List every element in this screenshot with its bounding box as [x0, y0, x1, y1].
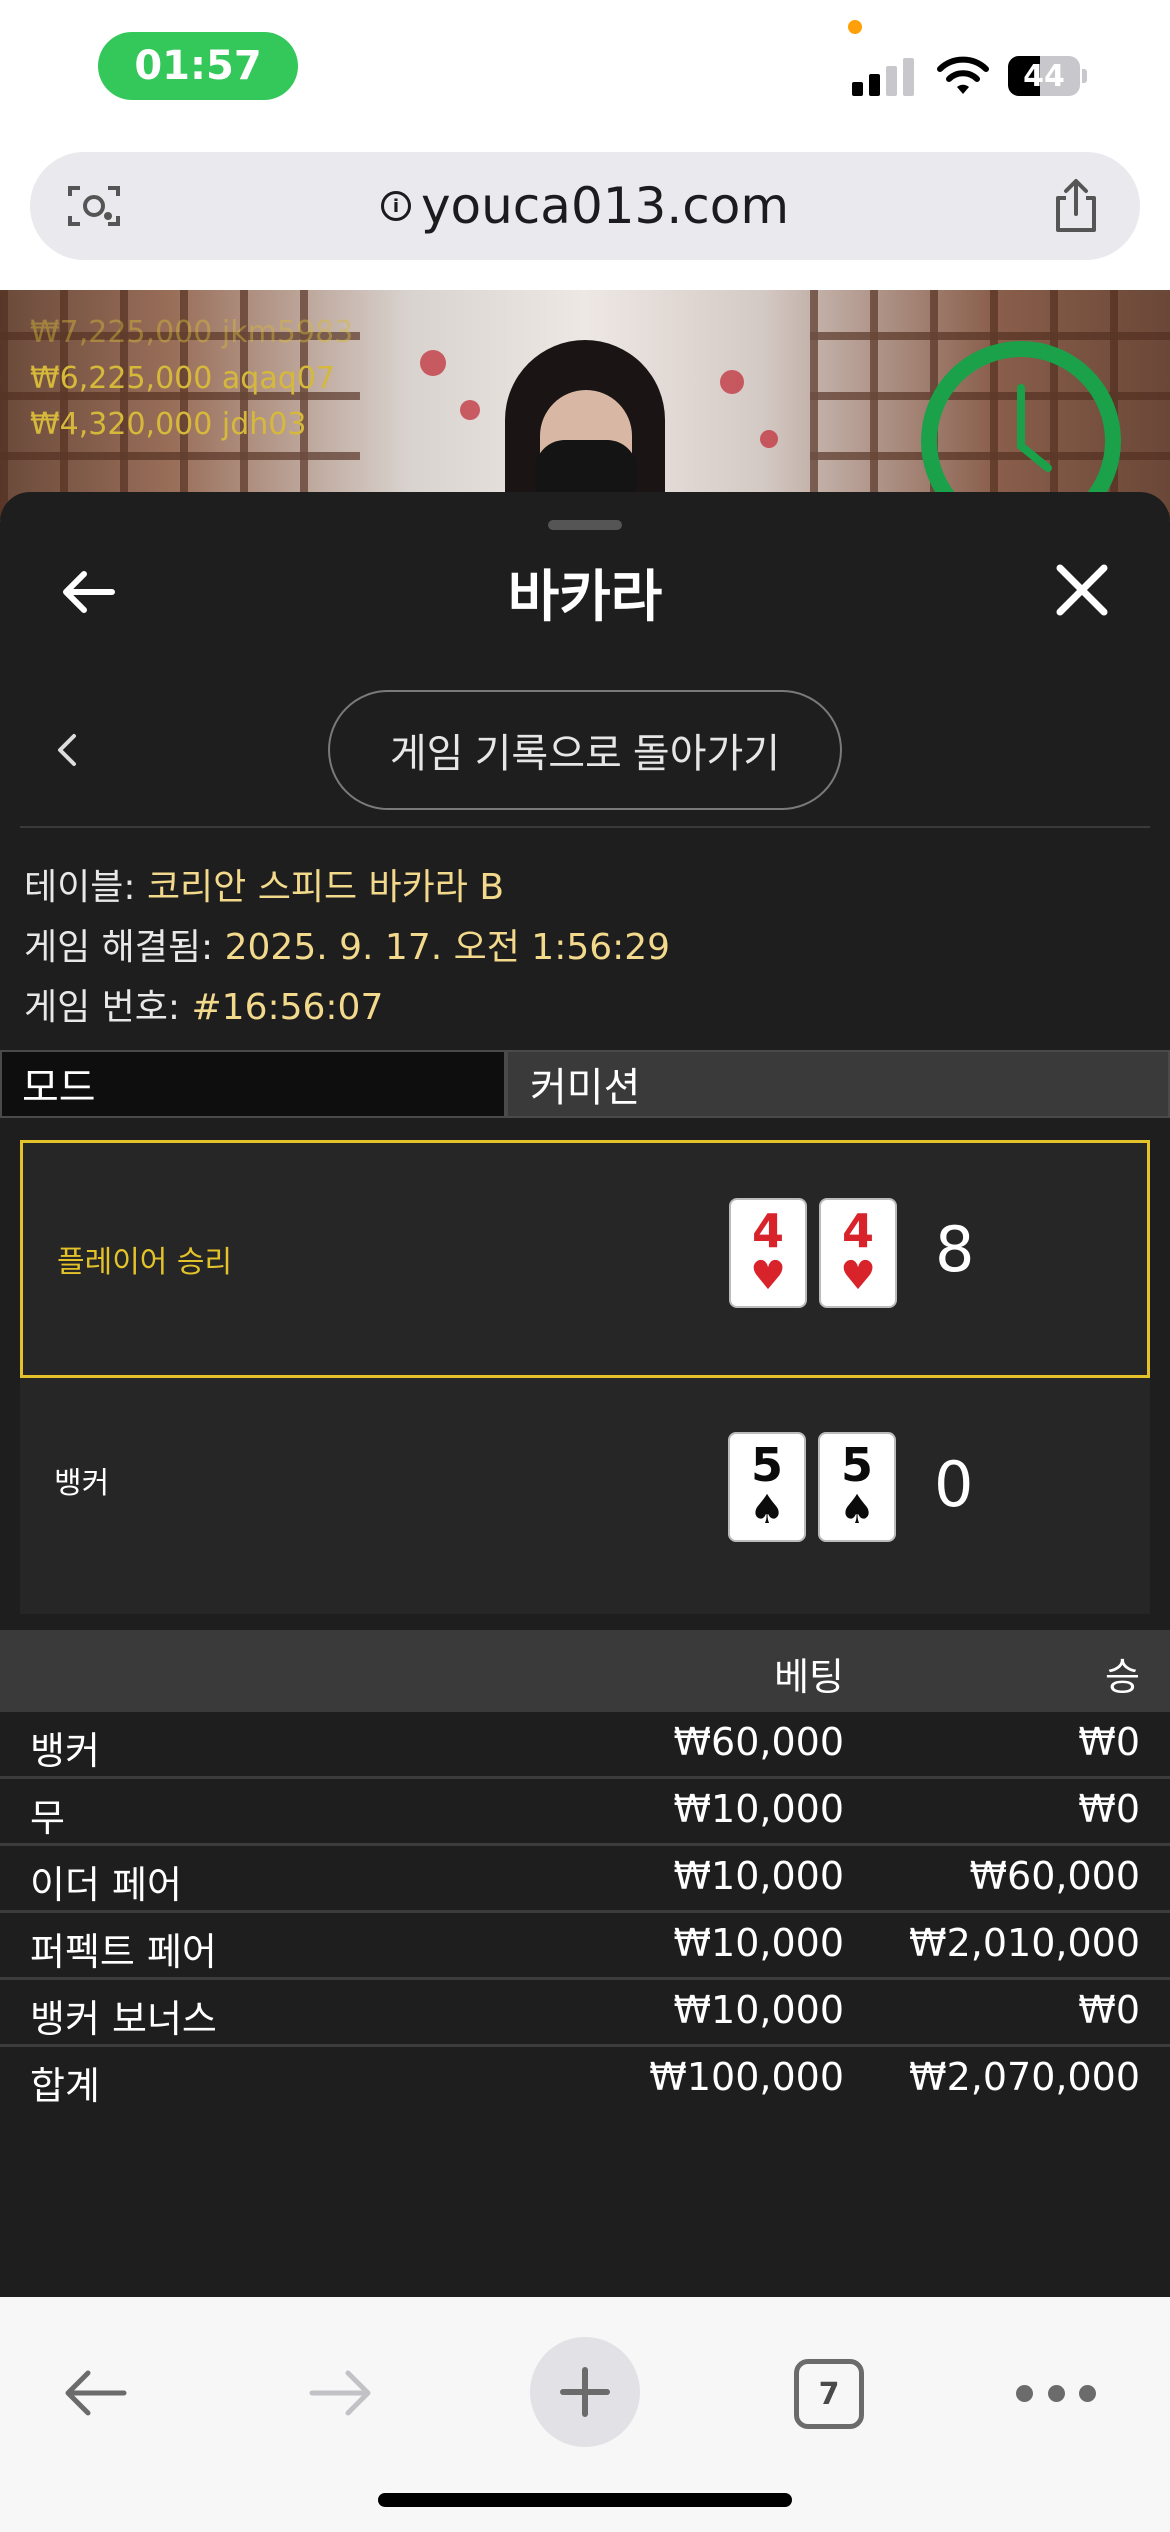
win-amount: ₩0 — [1078, 1787, 1140, 1831]
share-icon[interactable] — [1048, 176, 1104, 236]
banker-result-label: 뱅커 — [54, 1466, 110, 1501]
bet-amount: ₩10,000 — [673, 1988, 844, 2032]
close-icon[interactable] — [1054, 562, 1110, 618]
heart-suit-icon: ♥ — [750, 1253, 786, 1299]
blossom-decoration — [760, 430, 778, 448]
table-row: 뱅커 ₩60,000 ₩0 — [0, 1712, 1170, 1779]
player-result-label: 플레이어 승리 — [57, 1245, 233, 1280]
banker-card: 5 ♠ — [818, 1432, 896, 1542]
new-tab-button[interactable] — [530, 2337, 640, 2447]
mode-row: 모드 커미션 — [0, 1050, 1170, 1118]
table-total-row: 합계 ₩100,000 ₩2,070,000 — [0, 2047, 1170, 2114]
game-number-info: 게임 번호: #16:56:07 — [24, 978, 383, 1030]
toolbar-forward-icon[interactable] — [306, 2363, 376, 2423]
game-number-value: #16:56:07 — [191, 987, 384, 1028]
tabs-icon[interactable]: 7 — [794, 2359, 864, 2429]
win-amount: ₩60,000 — [969, 1854, 1140, 1898]
address-bar[interactable]: i youca013.com — [30, 152, 1140, 260]
blossom-decoration — [420, 350, 446, 376]
bet-amount: ₩10,000 — [673, 1854, 844, 1898]
battery-indicator: 44 — [1008, 56, 1088, 96]
more-icon[interactable] — [1016, 2385, 1096, 2405]
bet-name: 뱅커 — [30, 1729, 100, 1773]
winner-row: ₩4,320,000 jdh03 — [30, 407, 307, 442]
bet-table-header: 베팅 승 — [0, 1630, 1170, 1712]
table-row: 뱅커 보너스 ₩10,000 ₩0 — [0, 1980, 1170, 2047]
bet-name: 퍼펙트 페어 — [30, 1930, 217, 1974]
cellular-signal-icon — [852, 56, 914, 96]
card-rank: 4 — [751, 1204, 784, 1258]
card-rank: 5 — [840, 1438, 873, 1492]
status-bar: 01:57 44 — [0, 0, 1170, 140]
toolbar-back-icon[interactable] — [60, 2363, 130, 2423]
info-icon[interactable]: i — [380, 191, 411, 221]
banker-result: 뱅커 5 ♠ 5 ♠ 0 — [20, 1378, 1150, 1614]
table-row: 퍼펙트 페어 ₩10,000 ₩2,010,000 — [0, 1913, 1170, 1980]
table-value: 코리안 스피드 바카라 B — [146, 867, 505, 908]
wifi-icon — [937, 56, 989, 94]
home-indicator[interactable] — [378, 2493, 792, 2507]
privacy-indicator-dot — [848, 20, 862, 34]
sheet-title: 바카라 — [507, 565, 663, 630]
bet-amount: ₩60,000 — [673, 1720, 844, 1764]
column-win: 승 — [1105, 1655, 1140, 1699]
total-win: ₩2,070,000 — [909, 2055, 1140, 2099]
url-display[interactable]: i youca013.com — [30, 152, 1140, 260]
total-label: 합계 — [30, 2064, 100, 2108]
table-info: 테이블: 코리안 스피드 바카라 B — [24, 858, 504, 910]
table-row: 이더 페어 ₩10,000 ₩60,000 — [0, 1846, 1170, 1913]
column-bet: 베팅 — [774, 1655, 844, 1699]
player-card: 4 ♥ — [729, 1198, 807, 1308]
spade-suit-icon: ♠ — [749, 1487, 785, 1533]
bet-name: 뱅커 보너스 — [30, 1997, 217, 2041]
resolved-label: 게임 해결됨: — [24, 927, 225, 968]
resolved-value: 2025. 9. 17. 오전 1:56:29 — [224, 927, 671, 968]
game-number-label: 게임 번호: — [24, 987, 192, 1028]
table-label: 테이블: — [24, 867, 147, 908]
plus-icon — [560, 2367, 610, 2417]
live-video[interactable]: ₩7,225,000 jkm5983 ₩6,225,000 aqaq07 ₩4,… — [0, 290, 1170, 520]
player-score: 8 — [935, 1213, 975, 1286]
win-amount: ₩0 — [1078, 1988, 1140, 2032]
status-time[interactable]: 01:57 — [98, 32, 298, 100]
resolved-info: 게임 해결됨: 2025. 9. 17. 오전 1:56:29 — [24, 918, 670, 970]
heart-suit-icon: ♥ — [840, 1253, 876, 1299]
blossom-decoration — [720, 370, 744, 394]
winner-row: ₩6,225,000 aqaq07 — [30, 361, 335, 396]
browser-toolbar: 7 — [0, 2297, 1170, 2532]
spade-suit-icon: ♠ — [839, 1487, 875, 1533]
mode-label: 모드 — [0, 1050, 506, 1118]
back-to-history-button[interactable]: 게임 기록으로 돌아가기 — [328, 690, 842, 810]
battery-level: 44 — [1023, 58, 1065, 94]
mode-value: 커미션 — [506, 1050, 1170, 1118]
sheet-drag-handle[interactable] — [548, 520, 622, 530]
table-row: 무 ₩10,000 ₩0 — [0, 1779, 1170, 1846]
divider — [20, 826, 1150, 828]
total-bet: ₩100,000 — [649, 2055, 844, 2099]
player-result: 플레이어 승리 4 ♥ 4 ♥ 8 — [20, 1140, 1150, 1378]
banker-card: 5 ♠ — [728, 1432, 806, 1542]
win-amount: ₩2,010,000 — [909, 1921, 1140, 1965]
blossom-decoration — [460, 400, 480, 420]
win-amount: ₩0 — [1078, 1720, 1140, 1764]
banker-score: 0 — [934, 1448, 974, 1521]
player-card: 4 ♥ — [819, 1198, 897, 1308]
chevron-left-icon[interactable] — [52, 730, 82, 770]
card-rank: 4 — [841, 1204, 874, 1258]
bet-amount: ₩10,000 — [673, 1787, 844, 1831]
url-text: youca013.com — [420, 177, 790, 235]
bet-amount: ₩10,000 — [673, 1921, 844, 1965]
bet-name: 무 — [30, 1796, 65, 1840]
winner-list: ₩7,225,000 jkm5983 ₩6,225,000 aqaq07 ₩4,… — [30, 310, 353, 448]
winner-row: ₩7,225,000 jkm5983 — [30, 315, 354, 350]
card-rank: 5 — [750, 1438, 783, 1492]
bet-name: 이더 페어 — [30, 1863, 182, 1907]
